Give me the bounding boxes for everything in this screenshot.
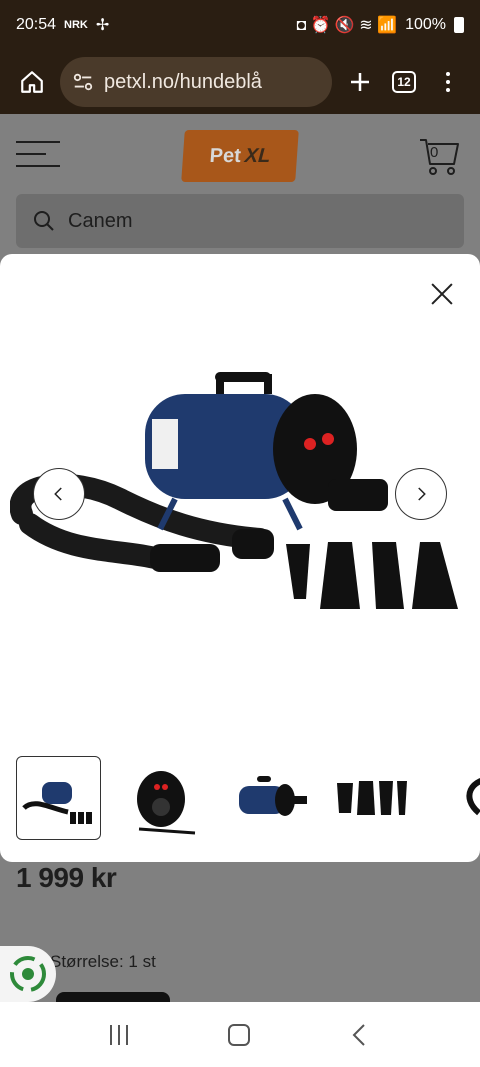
thumbnail-5[interactable] [436,756,480,840]
thumbnail-image [465,778,480,816]
home-icon [21,71,43,93]
search-icon [34,211,54,231]
status-bar: 20:54 NRK ✢ ◘ ⏰ 🔇 ≋ 📶 100% [0,0,480,50]
new-tab-button[interactable] [338,60,382,104]
fan-icon: ✢ [95,17,110,34]
thumbnail-image [336,781,407,815]
previous-image-button[interactable] [33,468,85,520]
image-gallery-modal [0,254,480,862]
chevron-left-icon [54,487,62,501]
thumbnail-image [21,782,92,824]
system-nav-bar [0,1002,480,1067]
recent-apps-button[interactable] [110,1024,128,1045]
home-button[interactable] [10,60,54,104]
tab-switcher-button[interactable]: 12 [382,60,426,104]
cart-button[interactable]: 0 [418,136,462,176]
thumbnail-1[interactable] [16,756,101,840]
hamburger-icon[interactable] [16,141,60,167]
address-bar[interactable]: petxl.no/hundeblå [60,57,332,107]
close-icon[interactable] [430,282,454,306]
back-icon[interactable] [350,1023,370,1047]
product-price: 1 999 kr [16,862,117,893]
kebab-icon [446,72,450,92]
cart-icon [420,139,459,175]
tabs-count: 12 [392,71,416,93]
logo-pet: Pet [208,144,242,167]
next-image-button[interactable] [395,468,447,520]
clock: 20:54 [16,16,57,33]
recycle-icon [10,956,46,992]
size-label: Størrelse: 1 st [50,952,156,971]
browser-toolbar: petxl.no/hundeblå 12 [0,50,480,114]
chevron-right-icon [418,487,426,501]
site-header: Pet XL 0 [0,114,480,194]
search-bar[interactable]: Canem [16,194,464,248]
thumbnail-2[interactable] [121,756,206,840]
site-logo[interactable]: Pet XL [181,130,299,182]
cart-count: 0 [430,144,439,161]
recycle-badge[interactable] [0,946,56,1002]
thumbnail-image [238,776,307,816]
battery-icon [454,17,464,33]
thumbnail-strip [16,756,480,840]
logo-xl: XL [244,144,272,167]
thumbnail-image [136,771,195,835]
battery-percent: 100% [405,16,446,33]
site-settings-icon[interactable] [72,71,94,93]
thumbnail-3[interactable] [226,756,311,840]
notification-icons: ◘ ⏰ 🔇 ≋ 📶 [296,17,398,34]
search-input[interactable]: Canem [68,210,132,233]
url-text: petxl.no/hundeblå [104,70,262,93]
browser-menu-button[interactable] [426,60,470,104]
home-nav-button[interactable] [228,1023,250,1046]
thumbnail-4[interactable] [331,756,416,840]
nrk-icon: NRK [64,19,88,31]
plus-icon [351,73,369,91]
